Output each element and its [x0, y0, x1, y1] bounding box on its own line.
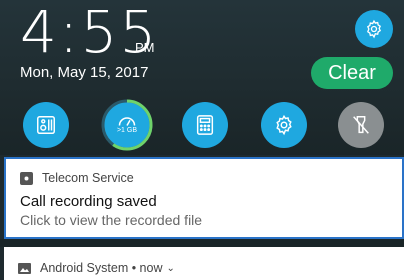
qs-settings-button[interactable] [261, 102, 307, 148]
notification-app-name: Android System • now [40, 261, 163, 275]
date-label: Mon, May 15, 2017 [20, 64, 149, 81]
qs-flashlight-button[interactable] [338, 102, 384, 148]
notification-card-android-system[interactable]: Android System • now ⌄ [4, 247, 404, 280]
notification-title: Call recording saved [20, 193, 157, 210]
chevron-down-icon[interactable]: ⌄ [167, 263, 175, 274]
gear-icon [366, 19, 382, 39]
clock-ampm: PM [135, 40, 155, 55]
notification-app-name: Telecom Service [42, 171, 134, 185]
recorder-icon [20, 171, 33, 185]
flashlight-off-icon [353, 116, 369, 134]
settings-icon [276, 114, 292, 136]
settings-button[interactable] [355, 10, 393, 48]
qs-audio-wizard-button[interactable] [23, 102, 69, 148]
speedometer-icon [118, 117, 136, 126]
notification-text: Click to view the recorded file [20, 212, 203, 228]
qs-calculator-button[interactable] [182, 102, 228, 148]
boost-label: >1 GB [116, 127, 138, 134]
notification-divider [0, 239, 404, 247]
notification-card-telecom[interactable]: Telecom Service Call recording saved Cli… [4, 157, 404, 239]
image-icon [18, 262, 31, 274]
qs-boost-button[interactable]: >1 GB [101, 99, 153, 151]
clear-all-button[interactable]: Clear [311, 57, 393, 89]
equalizer-icon [37, 116, 55, 134]
calculator-icon [196, 115, 214, 135]
